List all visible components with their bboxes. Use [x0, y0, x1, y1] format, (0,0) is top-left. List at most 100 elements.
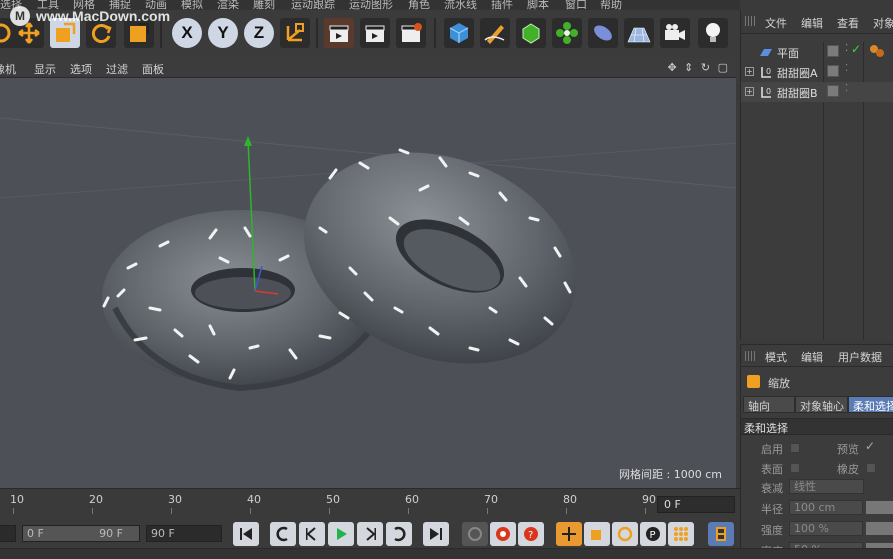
preview-range-slider[interactable]: 0 F 90 F — [22, 525, 140, 542]
tab-soft-selection[interactable]: 柔和选择 — [848, 396, 893, 413]
tick-label: 30 — [168, 493, 182, 506]
viewport-nav-icons[interactable]: ✥ ⇕ ↻ ▢ — [667, 61, 730, 74]
render-settings-button[interactable] — [396, 18, 426, 48]
menu-window[interactable]: 窗口 — [565, 0, 587, 10]
object-row-donut-b[interactable]: + 0 甜甜圈B ⁚ — [741, 82, 893, 102]
tick-mark — [566, 508, 567, 514]
layer-tag-icon[interactable] — [827, 65, 839, 77]
layer-tag-icon[interactable] — [827, 85, 839, 97]
panel-grip-icon[interactable] — [745, 351, 755, 361]
menu-plugins[interactable]: 插件 — [491, 0, 513, 10]
coordinate-system-icon — [286, 23, 304, 42]
next-key-button[interactable] — [386, 522, 412, 546]
key-parameter-button[interactable]: P — [640, 522, 666, 546]
vp-menu-display[interactable]: 显示 — [34, 61, 56, 77]
record-key-disabled-button[interactable] — [462, 522, 488, 546]
pen-spline-button[interactable] — [480, 18, 510, 48]
floor-button[interactable] — [624, 18, 654, 48]
previous-key-button[interactable] — [270, 522, 296, 546]
current-frame-field[interactable]: 0 F — [657, 496, 735, 513]
enabled-check-icon[interactable]: ✓ — [851, 42, 861, 56]
render-to-picture-viewer-button[interactable] — [360, 18, 390, 48]
menu-render[interactable]: 渲染 — [217, 0, 239, 10]
attr-menu-user-data[interactable]: 用户数据 — [838, 349, 882, 365]
autokey-button[interactable]: ? — [518, 522, 544, 546]
menu-script[interactable]: 脚本 — [527, 0, 549, 10]
layer-tag-icon[interactable] — [827, 45, 839, 57]
attr-menu-edit[interactable]: 编辑 — [801, 349, 823, 365]
falloff-dropdown[interactable]: 线性 — [789, 479, 864, 494]
next-frame-button[interactable] — [357, 522, 383, 546]
panel-grip-icon[interactable] — [745, 16, 755, 26]
preview-min-field[interactable] — [0, 525, 16, 542]
obj-menu-object[interactable]: 对象 — [873, 15, 893, 31]
rotate-icon — [617, 526, 633, 542]
radius-field[interactable]: 100 cm — [789, 500, 863, 515]
key-scale-button[interactable] — [584, 522, 610, 546]
menu-mograph[interactable]: 运动图形 — [349, 0, 393, 10]
menu-simulate[interactable]: 模拟 — [181, 0, 203, 10]
object-row-plane[interactable]: 平面 ⁚ ✓ — [741, 42, 893, 62]
max-frame-field[interactable]: 90 F — [146, 525, 222, 542]
strength-slider[interactable] — [866, 522, 893, 535]
record-button[interactable] — [490, 522, 516, 546]
obj-menu-view[interactable]: 查看 — [837, 15, 859, 31]
axis-y-button[interactable]: Y — [208, 18, 238, 48]
timeline-window-button[interactable] — [708, 522, 734, 546]
vp-menu-panel[interactable]: 面板 — [142, 61, 164, 77]
rubber-checkbox[interactable] — [866, 463, 876, 473]
pen-icon — [484, 25, 505, 44]
deformer-button[interactable] — [588, 18, 618, 48]
timeline-ruler[interactable]: 10 20 30 40 50 60 70 80 90 0 F — [0, 488, 740, 518]
obj-menu-file[interactable]: 文件 — [765, 15, 787, 31]
axis-x-button[interactable]: X — [172, 18, 202, 48]
material-tag-icon[interactable] — [869, 44, 885, 61]
visibility-dots-icon[interactable]: ⁚ — [845, 63, 848, 74]
cube-button[interactable] — [444, 18, 474, 48]
attribute-title: 缩放 — [768, 377, 790, 390]
menu-character[interactable]: 角色 — [408, 0, 430, 10]
preview-check-icon[interactable]: ✓ — [865, 439, 875, 453]
camera-icon — [665, 24, 685, 40]
radius-slider[interactable] — [866, 501, 893, 514]
expand-icon[interactable]: + — [745, 87, 754, 96]
play-button[interactable] — [328, 522, 354, 546]
visibility-dots-icon[interactable]: ⁚ — [845, 83, 848, 94]
cloner-button[interactable] — [552, 18, 582, 48]
menu-motion-tracking[interactable]: 运动跟踪 — [291, 0, 335, 10]
enable-label: 启用 — [761, 443, 783, 456]
render-view-button[interactable] — [324, 18, 354, 48]
go-to-end-button[interactable] — [423, 522, 449, 546]
go-to-start-button[interactable] — [233, 522, 259, 546]
key-position-button[interactable] — [556, 522, 582, 546]
obj-menu-edit[interactable]: 编辑 — [801, 15, 823, 31]
key-rotation-button[interactable] — [612, 522, 638, 546]
subdivision-button[interactable] — [516, 18, 546, 48]
3d-viewport[interactable]: 网格间距 : 1000 cm — [0, 78, 736, 488]
vp-menu-camera[interactable]: 像机 — [0, 61, 16, 77]
previous-frame-button[interactable] — [299, 522, 325, 546]
camera-button[interactable] — [660, 18, 690, 48]
status-bar — [0, 548, 893, 559]
menu-sculpt[interactable]: 雕刻 — [253, 0, 275, 10]
tab-object-axis[interactable]: 对象轴心 — [795, 396, 848, 413]
vp-menu-filter[interactable]: 过滤 — [106, 61, 128, 77]
tick-label: 90 — [642, 493, 656, 506]
menu-help[interactable]: 帮助 — [600, 0, 622, 10]
surface-checkbox[interactable] — [790, 463, 800, 473]
key-pla-button[interactable] — [668, 522, 694, 546]
menu-pipeline[interactable]: 流水线 — [444, 0, 477, 10]
visibility-dots-icon[interactable]: ⁚ — [845, 43, 848, 54]
enable-checkbox[interactable] — [790, 443, 800, 453]
attr-menu-mode[interactable]: 模式 — [765, 349, 787, 365]
coordinate-system-button[interactable] — [280, 18, 310, 48]
axis-z-button[interactable]: Z — [244, 18, 274, 48]
expand-icon[interactable]: + — [745, 67, 754, 76]
vp-menu-options[interactable]: 选项 — [70, 61, 92, 77]
light-button[interactable] — [698, 18, 728, 48]
toolbar-separator — [434, 18, 436, 48]
strength-field[interactable]: 100 % — [789, 521, 863, 536]
section-title: 柔和选择 — [744, 422, 788, 435]
tab-axis[interactable]: 轴向 — [743, 396, 795, 413]
object-row-donut-a[interactable]: + 0 甜甜圈A ⁚ — [741, 62, 893, 82]
